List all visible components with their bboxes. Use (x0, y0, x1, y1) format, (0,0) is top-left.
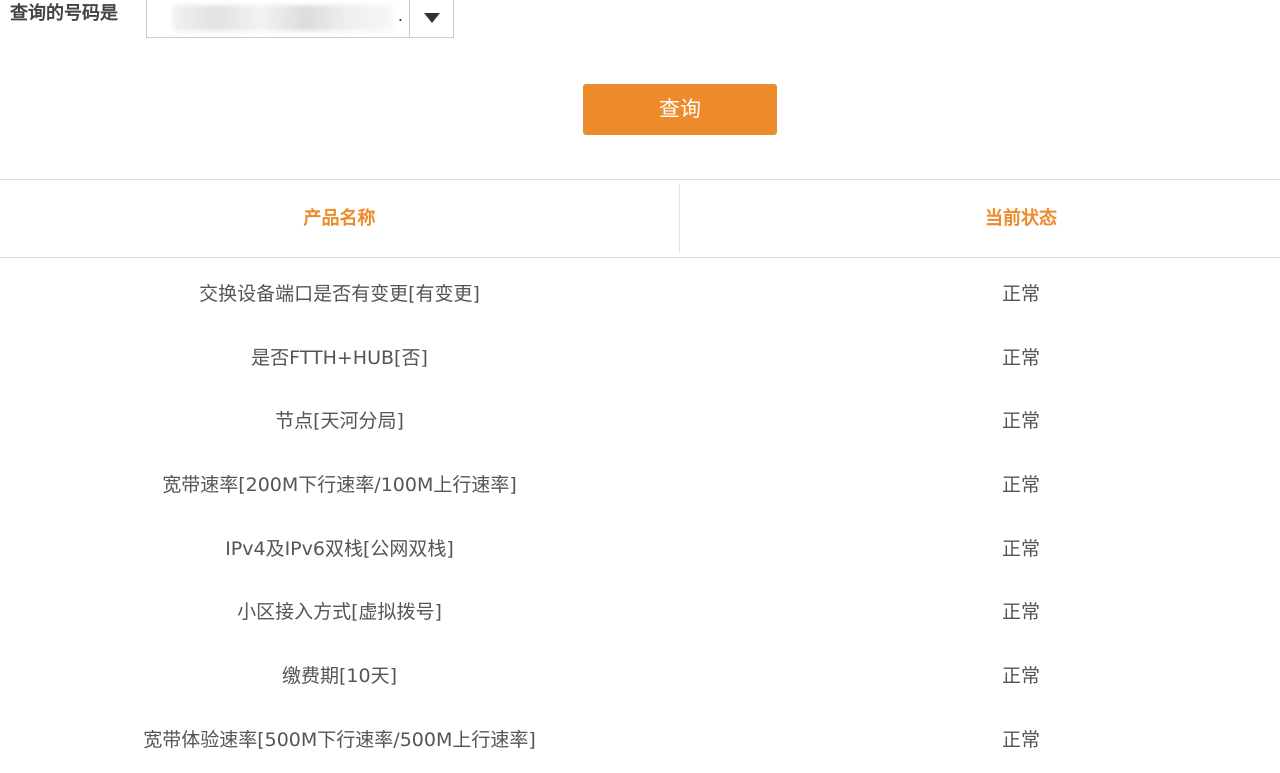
phone-number-select[interactable]: . (146, 0, 454, 38)
column-header-product-name: 产品名称 (303, 208, 376, 229)
redacted-number-blur (173, 5, 393, 31)
table-row: 缴费期[10天] 正常 (0, 645, 1280, 709)
table-row: 宽带速率[200M下行速率/100M上行速率] 正常 (0, 454, 1280, 518)
table-header: 产品名称 当前状态 (0, 179, 1280, 258)
product-name-cell: 节点[天河分局] (275, 410, 404, 433)
status-cell: 正常 (1001, 346, 1040, 369)
query-number-label: 查询的号码是 (10, 3, 118, 24)
selected-number-value: . (147, 0, 409, 37)
table-body: 交换设备端口是否有变更[有变更] 正常 是否FTTH+HUB[否] 正常 节点[… (0, 258, 1280, 773)
table-row: 交换设备端口是否有变更[有变更] 正常 (0, 263, 1280, 327)
product-name-cell: IPv4及IPv6双栈[公网双栈] (225, 537, 454, 560)
status-cell: 正常 (1001, 601, 1040, 624)
product-name-cell: 缴费期[10天] (281, 665, 397, 688)
table-row: IPv4及IPv6双栈[公网双栈] 正常 (0, 518, 1280, 582)
product-name-cell: 宽带体验速率[500M下行速率/500M上行速率] (143, 728, 536, 751)
product-status-table: 产品名称 当前状态 交换设备端口是否有变更[有变更] 正常 是否FTTH+HUB… (0, 179, 1280, 773)
product-name-cell: 是否FTTH+HUB[否] (251, 346, 428, 369)
status-cell: 正常 (1001, 410, 1040, 433)
table-row: 宽带体验速率[500M下行速率/500M上行速率] 正常 (0, 709, 1280, 773)
status-cell: 正常 (1001, 537, 1040, 560)
selected-number-text: . (397, 6, 403, 25)
table-row: 节点[天河分局] 正常 (0, 390, 1280, 454)
column-header-status: 当前状态 (985, 208, 1057, 229)
table-row: 小区接入方式[虚拟拨号] 正常 (0, 581, 1280, 645)
query-button[interactable]: 查询 (583, 84, 777, 135)
product-name-cell: 宽带速率[200M下行速率/100M上行速率] (162, 474, 517, 497)
status-cell: 正常 (1001, 283, 1040, 305)
product-name-cell: 交换设备端口是否有变更[有变更] (199, 283, 480, 305)
caret-down-icon (423, 13, 440, 23)
dropdown-toggle[interactable] (410, 0, 453, 37)
status-cell: 正常 (1001, 474, 1040, 497)
status-cell: 正常 (1001, 665, 1040, 688)
product-name-cell: 小区接入方式[虚拟拨号] (237, 601, 442, 624)
table-row: 是否FTTH+HUB[否] 正常 (0, 327, 1280, 391)
status-cell: 正常 (1001, 728, 1040, 751)
